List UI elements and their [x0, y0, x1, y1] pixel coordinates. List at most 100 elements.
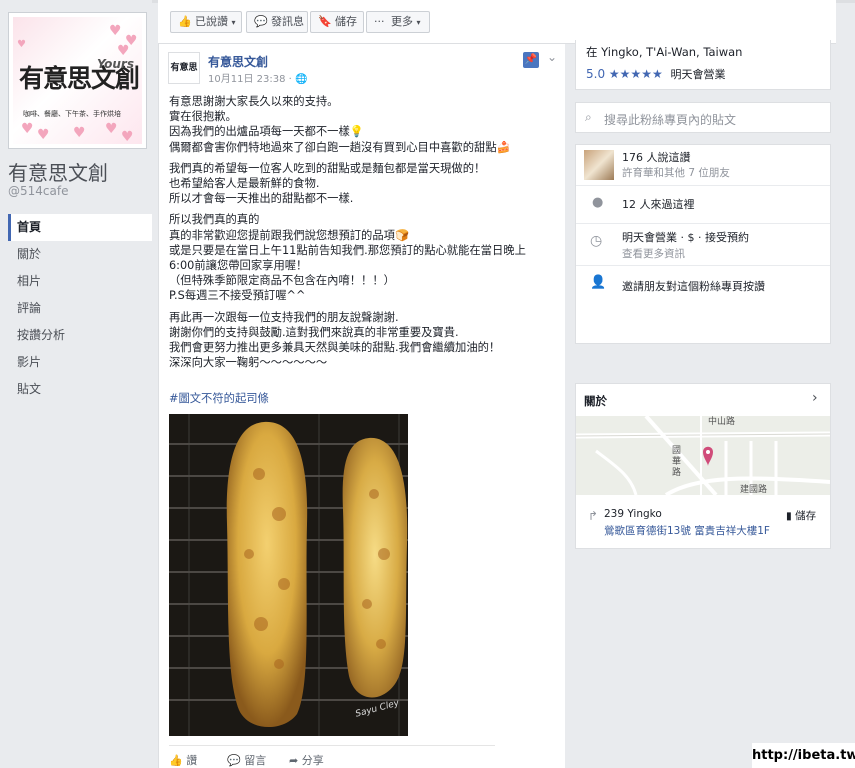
add-person-icon: 👤	[590, 275, 607, 290]
nav-item-posts[interactable]: 貼文	[8, 376, 152, 403]
about-title[interactable]: 關於	[584, 393, 607, 409]
message-button[interactable]: 💬 發訊息	[246, 11, 308, 33]
post-photo[interactable]: Sayu Cley	[169, 414, 408, 736]
page-action-bar: 👍 已說讚 ▾ 💬 發訊息 🔖 儲存 ··· 更多 ▾	[158, 0, 836, 44]
watermark: http://ibeta.tw	[752, 743, 855, 768]
rating-value: 5.0	[586, 67, 606, 81]
page-nav: 首頁 關於 相片 評論 按讚分析 影片 貼文	[8, 214, 152, 403]
map-label-zhongshan: 中山路	[708, 417, 736, 427]
cheese-stick-photo	[169, 414, 408, 736]
bookmark-icon: 🔖	[318, 15, 332, 28]
chevron-right-icon[interactable]: ›	[812, 390, 818, 406]
more-button[interactable]: ··· 更多 ▾	[366, 11, 430, 33]
post-line: 我們會更努力推出更多兼具天然與美味的甜點.我們會繼續加油的！	[169, 341, 501, 355]
post-line: 我們真的希望每一位客人吃到的甜點或是麵包都是當天現做的！	[169, 161, 486, 175]
post-search-box[interactable]: ⌕ 搜尋此粉絲專頁內的貼文	[575, 102, 831, 133]
comment-label: 留言	[244, 754, 267, 767]
address-number[interactable]: 239 Yingko	[604, 508, 662, 520]
community-card: 176 人說這讚 許育華和其他 7 位朋友 ● 12 人來過這裡 ◷ 明天會營業…	[575, 144, 831, 344]
star-icon: ★★★★★	[608, 67, 663, 81]
friends-avatars[interactable]	[584, 150, 614, 180]
post-paragraph: 有意思謝謝大家長久以來的支持。 實在很抱歉。 因為我們的出爐品項每一天都不一樣💡 偶爾…	[169, 94, 549, 155]
map-label-guohua: 國華路	[672, 446, 682, 478]
post-author[interactable]: 有意思文創	[208, 53, 268, 70]
divider	[576, 265, 830, 266]
like-label: 讚	[186, 754, 198, 767]
left-column: ♥ ♥ ♥ ♥ ♥ ♥ ♥ ♥ ♥ 有意思文創 Yours 咖啡、餐廳、下午茶、…	[0, 0, 152, 400]
bookmark-icon: ▮	[786, 510, 792, 522]
comment-icon: 💬	[227, 754, 241, 767]
pin-icon[interactable]: 📌	[523, 52, 539, 68]
nav-item-about[interactable]: 關於	[8, 241, 152, 268]
like-action[interactable]: 👍 讚	[169, 752, 197, 768]
post-options-chevron-icon[interactable]: ⌄	[547, 50, 557, 64]
nav-item-home[interactable]: 首頁	[8, 214, 152, 241]
map-graphic	[576, 416, 830, 495]
post-line: 深深向大家一鞠躬～～～～～～	[169, 356, 328, 370]
post-hashtag[interactable]: #圖文不符的起司條	[169, 390, 269, 406]
save-label: 儲存	[335, 15, 357, 28]
checkins[interactable]: 12 人來過這裡	[622, 196, 695, 212]
post-line: 實在很抱歉。	[169, 110, 237, 124]
profile-picture[interactable]: ♥ ♥ ♥ ♥ ♥ ♥ ♥ ♥ ♥ 有意思文創 Yours 咖啡、餐廳、下午茶、…	[8, 12, 147, 149]
clock-icon: ◷	[590, 233, 603, 249]
thumbs-up-icon: 👍	[169, 754, 183, 767]
nav-item-photos[interactable]: 相片	[8, 268, 152, 295]
save-location-button[interactable]: ▮ 儲存	[786, 508, 816, 523]
chevron-down-icon: ▾	[231, 18, 236, 27]
nav-item-reviews[interactable]: 評論	[8, 295, 152, 322]
rating[interactable]: 5.0 ★★★★★ 明天會營業	[586, 66, 726, 82]
globe-icon: 🌐	[295, 74, 308, 85]
likes-count[interactable]: 176 人說這讚	[622, 149, 691, 165]
pinned-post: 有意思 有意思文創 10月11日 23:38 · 🌐 📌 ⌄ 有意思謝謝大家長久…	[158, 44, 565, 768]
post-body: 有意思謝謝大家長久以來的支持。 實在很抱歉。 因為我們的出爐品項每一天都不一樣💡 偶爾…	[169, 94, 549, 376]
divider	[576, 185, 830, 186]
page-title[interactable]: 有意思文創	[8, 157, 108, 186]
post-line: 也希望給客人是最新鮮的食物.	[169, 177, 320, 191]
post-line: 所以才會每一天推出的甜點都不一樣.	[169, 192, 354, 206]
post-line: 真的非常歡迎您提前跟我們說您想預訂的品項🍞	[169, 228, 410, 242]
liked-label: 已說讚	[195, 15, 228, 28]
info-card: 在 Yingko, T'Ai-Wan, Taiwan 5.0 ★★★★★ 明天會…	[575, 40, 831, 90]
map-label-jianguo: 建國路	[740, 485, 768, 495]
share-label: 分享	[301, 754, 324, 767]
post-line: P.S每週三不接受預訂喔^^	[169, 289, 306, 303]
comment-action[interactable]: 💬 留言	[227, 752, 266, 768]
message-icon: 💬	[254, 15, 268, 28]
open-status: 明天會營業	[670, 68, 726, 81]
share-icon: ➦	[289, 754, 299, 767]
logo-image: ♥ ♥ ♥ ♥ ♥ ♥ ♥ ♥ ♥ 有意思文創 Yours 咖啡、餐廳、下午茶、…	[13, 17, 142, 144]
post-line: （但特殊季節限定商品不包含在內唷！！！）	[169, 274, 395, 288]
post-paragraph: 我們真的希望每一位客人吃到的甜點或是麵包都是當天現做的！ 也希望給客人是最新鮮的食…	[169, 161, 549, 207]
more-label: 更多	[391, 15, 413, 28]
message-label: 發訊息	[271, 15, 304, 28]
post-line: 再此再一次跟每一位支持我們的朋友說聲謝謝.	[169, 310, 399, 324]
post-avatar[interactable]: 有意思	[168, 52, 200, 84]
divider	[576, 223, 830, 224]
page-handle[interactable]: @514cafe	[8, 184, 68, 198]
thumbs-up-icon: 👍	[178, 15, 192, 28]
search-input[interactable]: 搜尋此粉絲專頁內的貼文	[604, 111, 736, 128]
share-action[interactable]: ➦ 分享	[289, 752, 324, 768]
post-timestamp[interactable]: 10月11日 23:38 · 🌐	[208, 70, 307, 85]
post-line: 偶爾都會害你們特地過來了卻白跑一趟沒有買到心目中喜歡的甜點🍰	[169, 140, 511, 154]
nav-item-videos[interactable]: 影片	[8, 349, 152, 376]
more-info-link[interactable]: 查看更多資訊	[622, 246, 685, 261]
post-line: 謝謝你們的支持與鼓勵.這對我們來說真的非常重要及寶貴.	[169, 325, 459, 339]
chevron-down-icon: ▾	[416, 18, 421, 27]
save-button[interactable]: 🔖 儲存	[310, 11, 364, 33]
post-paragraph: 再此再一次跟每一位支持我們的朋友說聲謝謝. 謝謝你們的支持與鼓勵.這對我們來說真的…	[169, 310, 549, 371]
map[interactable]: 中山路 國華路 建國路	[576, 416, 830, 495]
hours[interactable]: 明天會營業 · $ · 接受預約	[622, 229, 749, 245]
likes-friends[interactable]: 許育華和其他 7 位朋友	[622, 165, 730, 180]
address-line[interactable]: 在 Yingko, T'Ai-Wan, Taiwan	[586, 44, 742, 60]
nav-item-insights[interactable]: 按讚分析	[8, 322, 152, 349]
post-line: 或是只要是在當日上午11點前告知我們.那您預訂的點心就能在當日晚上6:00前讓您…	[169, 243, 526, 273]
address-street[interactable]: 鶯歌區育德街13號 富貴吉祥大樓1F	[604, 523, 770, 538]
post-paragraph: 所以我們真的真的 真的非常歡迎您提前跟我們說您想預訂的品項🍞 或是只要是在當日上午1…	[169, 212, 549, 303]
liked-button[interactable]: 👍 已說讚 ▾	[170, 11, 242, 33]
logo-yours: Yours	[97, 57, 134, 71]
location-pin-icon: ●	[592, 195, 604, 210]
invite-friends[interactable]: 邀請朋友對這個粉絲專頁按讚	[622, 278, 765, 294]
post-actions: 👍 讚 💬 留言 ➦ 分享	[169, 745, 495, 767]
